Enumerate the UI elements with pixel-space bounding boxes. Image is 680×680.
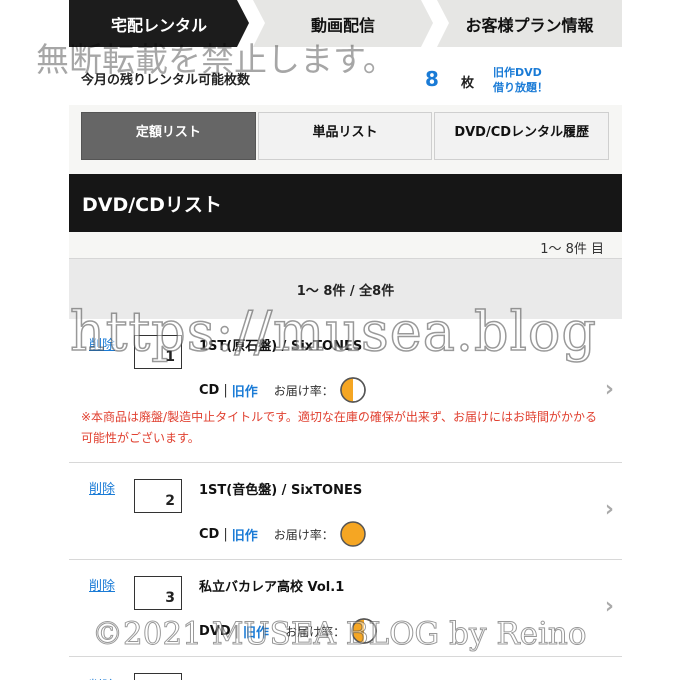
tab-plan-info[interactable]: お客様プラン情報 bbox=[437, 0, 622, 47]
chevron-right-icon[interactable]: › bbox=[605, 497, 614, 522]
tab-video-streaming[interactable]: 動画配信 bbox=[253, 0, 433, 47]
delete-link[interactable]: 削除 bbox=[89, 675, 115, 680]
old-dvd-promo-link[interactable]: 旧作DVD 借り放題！ bbox=[493, 65, 548, 95]
list-item[interactable]: 削除 3 私立バカレア高校 Vol.1 DVD | 旧作 お届け率： › bbox=[69, 560, 622, 657]
item-title[interactable]: 1ST(原石盤) / SixTONES bbox=[199, 335, 362, 354]
remaining-label: 今月の残りレンタル可能枚数 bbox=[81, 73, 251, 88]
section-title-text: DVD/CDリスト bbox=[82, 193, 222, 216]
item-format: CD bbox=[199, 526, 220, 542]
delivery-rate-icon bbox=[340, 521, 366, 547]
discontinued-note: ※本商品は廃盤/製造中止タイトルです。適切な在庫の確保が出来ず、お届けにはお時間… bbox=[81, 410, 598, 445]
priority-number: 1 bbox=[165, 349, 175, 365]
delivery-rate-icon bbox=[351, 618, 377, 644]
remaining-rentals: 今月の残りレンタル可能枚数 8 枚 旧作DVD 借り放題！ bbox=[69, 47, 622, 105]
rate-label: お届け率： bbox=[285, 624, 346, 639]
delivery-rate-icon bbox=[340, 377, 366, 403]
subtab-subscription-list[interactable]: 定額リスト bbox=[81, 112, 256, 160]
priority-number-box[interactable]: 3 bbox=[134, 576, 182, 610]
delete-link[interactable]: 削除 bbox=[89, 575, 115, 594]
section-title: DVD/CDリスト bbox=[69, 174, 622, 232]
priority-number-box[interactable]: 2 bbox=[134, 479, 182, 513]
top-tabs: 宅配レンタル 動画配信 お客様プラン情報 bbox=[69, 0, 622, 47]
tab-delivery-rental[interactable]: 宅配レンタル bbox=[69, 0, 249, 47]
item-class: 旧作 bbox=[231, 384, 258, 400]
remaining-count: 8 bbox=[425, 67, 439, 91]
delete-link[interactable]: 削除 bbox=[89, 478, 115, 497]
rate-label: お届け率： bbox=[273, 527, 334, 542]
promo-line-1: 旧作DVD bbox=[493, 66, 542, 79]
priority-number: 3 bbox=[165, 590, 175, 606]
list-item[interactable]: 削除 2 1ST(音色盤) / SixTONES CD | 旧作 お届け率： › bbox=[69, 463, 622, 560]
pager-label: 1〜 8件 / 全8件 bbox=[296, 283, 395, 299]
priority-number: 2 bbox=[165, 493, 175, 509]
rental-page: 宅配レンタル 動画配信 お客様プラン情報 今月の残りレンタル可能枚数 8 枚 旧… bbox=[69, 0, 622, 680]
list-item[interactable]: 削除 bbox=[69, 657, 622, 680]
item-meta: CD | 旧作 お届け率： bbox=[199, 377, 366, 403]
chevron-right-icon[interactable]: › bbox=[605, 594, 614, 619]
list-item[interactable]: 削除 1 1ST(原石盤) / SixTONES CD | 旧作 お届け率： ›… bbox=[69, 319, 622, 463]
priority-number-box[interactable]: 1 bbox=[134, 335, 182, 369]
priority-number-box[interactable] bbox=[134, 673, 182, 680]
item-class: 旧作 bbox=[231, 528, 258, 544]
rate-label: お届け率： bbox=[273, 383, 334, 398]
range-label: 1〜 8件 目 bbox=[540, 242, 604, 257]
item-title[interactable]: 1ST(音色盤) / SixTONES bbox=[199, 479, 362, 498]
item-format: DVD bbox=[199, 623, 231, 639]
subtab-single-list[interactable]: 単品リスト bbox=[257, 112, 433, 160]
chevron-right-icon[interactable]: › bbox=[605, 377, 614, 402]
item-meta: CD | 旧作 お届け率： bbox=[199, 521, 366, 547]
item-class: 旧作 bbox=[243, 625, 270, 641]
item-title[interactable]: 私立バカレア高校 Vol.1 bbox=[199, 576, 344, 595]
item-meta: DVD | 旧作 お届け率： bbox=[199, 618, 377, 644]
item-format: CD bbox=[199, 382, 220, 398]
subtab-rental-history[interactable]: DVD/CDレンタル履歴 bbox=[434, 112, 610, 160]
delete-link[interactable]: 削除 bbox=[89, 334, 115, 353]
promo-line-2: 借り放題！ bbox=[493, 81, 548, 94]
remaining-unit: 枚 bbox=[461, 76, 475, 91]
pager: 1〜 8件 / 全8件 bbox=[69, 258, 622, 320]
list-sub-tabs: 定額リスト 単品リスト DVD/CDレンタル履歴 bbox=[81, 112, 610, 160]
